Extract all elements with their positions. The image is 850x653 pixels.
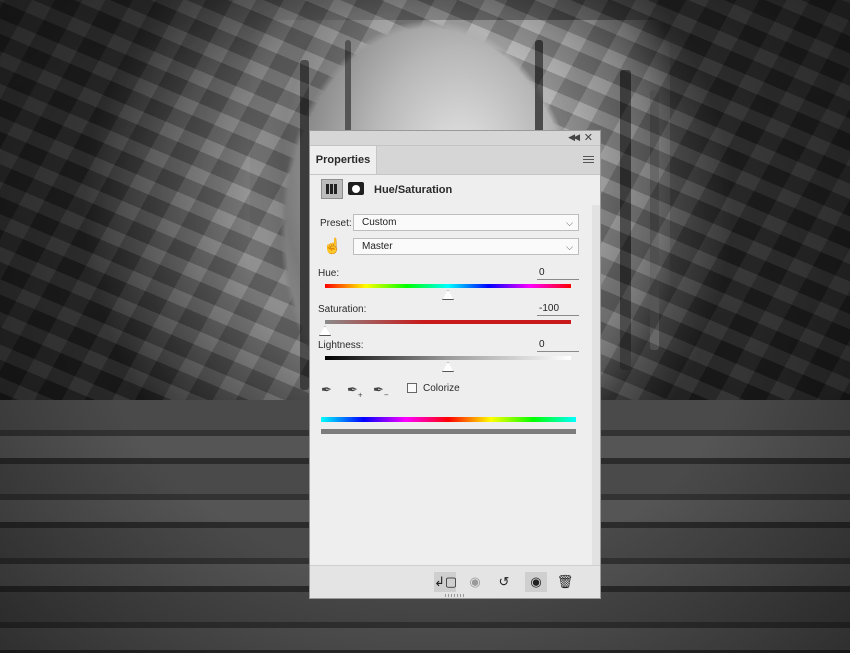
colorize-label: Colorize: [423, 383, 460, 394]
tab-properties[interactable]: Properties: [310, 146, 377, 174]
chevron-down-icon: ⌵: [566, 218, 573, 228]
preset-value: Custom: [362, 217, 397, 228]
adjustment-header: Hue/Saturation: [310, 176, 600, 204]
channel-select[interactable]: Master ⌵: [353, 238, 579, 255]
panel-menu-icon[interactable]: [583, 156, 594, 164]
view-previous-state-icon[interactable]: ◉: [464, 572, 486, 592]
trash-icon[interactable]: 🗑: [554, 572, 576, 592]
hand-icon[interactable]: ☝: [323, 238, 342, 256]
lightness-label: Lightness:: [318, 340, 364, 351]
eyedropper-add-icon[interactable]: ✒+: [347, 381, 365, 400]
close-panel-icon[interactable]: ✕: [584, 131, 593, 144]
hue-saturation-layer-icon[interactable]: [321, 179, 343, 199]
chevron-down-icon: ⌵: [566, 242, 573, 252]
layer-mask-icon[interactable]: [348, 182, 364, 195]
colorize-checkbox[interactable]: [407, 383, 417, 393]
adjustment-title: Hue/Saturation: [374, 184, 453, 196]
hue-value-field[interactable]: 0: [537, 267, 579, 280]
lightness-value-field[interactable]: 0: [537, 339, 579, 352]
reset-icon[interactable]: ↺: [493, 572, 515, 592]
collapse-panel-icon[interactable]: ◀◀: [568, 132, 580, 143]
input-spectrum-bar: [321, 417, 576, 422]
clip-to-layer-icon[interactable]: ↲▢: [434, 572, 457, 592]
saturation-label: Saturation:: [318, 304, 367, 315]
properties-panel: ◀◀ ✕ Properties Hue/Saturation Preset: C…: [309, 130, 601, 599]
channel-value: Master: [362, 241, 393, 252]
visibility-eye-icon[interactable]: ◉: [525, 572, 547, 592]
hue-slider-track[interactable]: [325, 284, 571, 288]
preset-label: Preset:: [320, 218, 352, 229]
panel-titlebar[interactable]: ◀◀ ✕: [310, 131, 600, 146]
hue-label: Hue:: [318, 268, 340, 279]
eyedropper-subtract-icon[interactable]: ✒−: [373, 381, 391, 400]
panel-tab-row: Properties: [310, 146, 600, 175]
eyedropper-icon[interactable]: ✒: [321, 381, 339, 399]
saturation-value-field[interactable]: -100: [537, 303, 579, 316]
lightness-slider-track[interactable]: [325, 356, 571, 360]
resize-grip[interactable]: [445, 594, 465, 597]
panel-bottom-toolbar: ↲▢ ◉ ↺ ◉ 🗑: [310, 565, 600, 598]
saturation-slider-track[interactable]: [325, 320, 571, 324]
panel-scrollbar[interactable]: [592, 205, 600, 567]
preset-select[interactable]: Custom ⌵: [353, 214, 579, 231]
output-spectrum-bar: [321, 429, 576, 434]
